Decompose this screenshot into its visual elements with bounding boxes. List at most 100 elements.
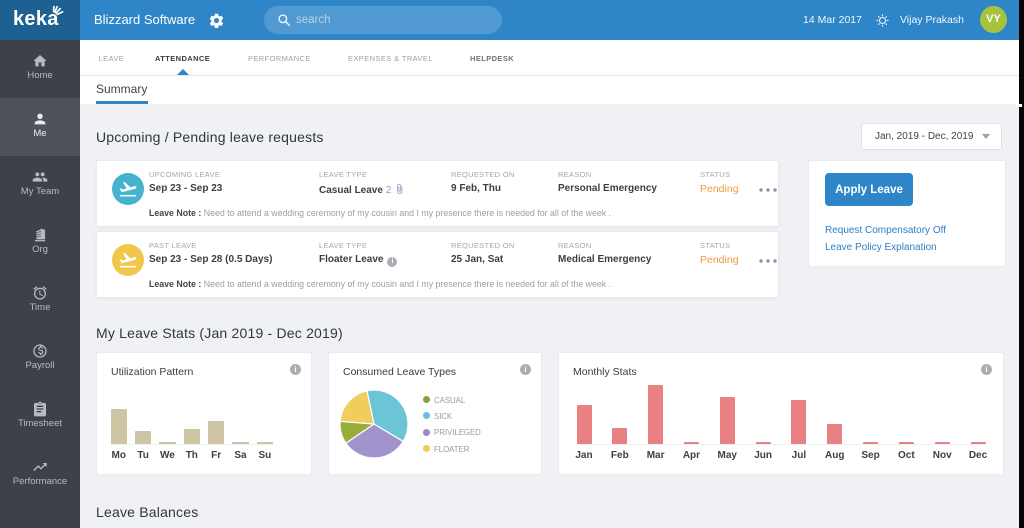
sidebar-nav: Home Me My Team Org Time Payroll Timesheet Perf… <box>0 40 80 528</box>
bar-aug <box>827 424 842 444</box>
requested-on-col: REQUESTED ON 9 Feb, Thu <box>451 170 515 194</box>
dollar-icon <box>32 343 48 359</box>
leave-plane-badge <box>112 244 144 276</box>
leave-types-pie-chart <box>338 388 410 460</box>
request-comp-off-link[interactable]: Request Compensatory Off <box>825 225 946 236</box>
tab-performance[interactable]: PERFORMANCE <box>248 40 311 76</box>
bar-label-su: Su <box>249 450 281 461</box>
search-input[interactable]: search <box>264 6 502 34</box>
period-filter-dropdown[interactable]: Jan, 2019 - Dec, 2019 <box>861 123 1002 150</box>
sidebar-item-me[interactable]: Me <box>0 98 80 156</box>
info-icon[interactable] <box>290 364 301 375</box>
bar-label-may: May <box>711 450 743 461</box>
utilization-pattern-card: Utilization Pattern MoTuWeThFrSaSu <box>96 352 312 475</box>
user-avatar[interactable]: VY <box>980 6 1007 33</box>
module-tabbar: LEAVEATTENDANCEPERFORMANCEEXPENSES & TRA… <box>80 40 1024 76</box>
sidebar-item-payroll[interactable]: Payroll <box>0 330 80 388</box>
sidebar-item-performance[interactable]: Performance <box>0 446 80 504</box>
home-icon <box>32 53 48 69</box>
sidebar-item-org[interactable]: Org <box>0 214 80 272</box>
attachment-icon[interactable] <box>394 183 405 195</box>
reason-value: Personal Emergency <box>558 183 657 194</box>
bar-mar <box>648 385 663 444</box>
leave-action-panel: Apply Leave Request Compensatory Off Lea… <box>808 160 1006 267</box>
tab-helpdesk[interactable]: HELPDESK <box>470 40 514 76</box>
gear-icon[interactable] <box>208 12 225 29</box>
sidebar-item-label: Timesheet <box>0 418 80 429</box>
request-kind-label: UPCOMING LEAVE <box>149 170 222 179</box>
bar-jan <box>577 405 592 444</box>
requested-on-label: REQUESTED ON <box>451 170 515 179</box>
user-name[interactable]: Vijay Prakash <box>900 0 964 40</box>
bar-label-aug: Aug <box>819 450 851 461</box>
bar-label-feb: Feb <box>604 450 636 461</box>
monthly-stats-title: Monthly Stats <box>573 366 637 378</box>
sidebar-item-home[interactable]: Home <box>0 40 80 98</box>
flight-takeoff-icon <box>118 250 138 270</box>
top-header: keka Blizzard Software search 14 Mar 201… <box>0 0 1024 40</box>
legend-dot <box>423 396 430 403</box>
logo-spark-icon <box>48 2 66 18</box>
tab-expenses-travel[interactable]: EXPENSES & TRAVEL <box>348 40 433 76</box>
search-icon <box>277 13 291 27</box>
sidebar-item-timesheet[interactable]: Timesheet <box>0 388 80 446</box>
info-icon[interactable] <box>520 364 531 375</box>
bar-mo <box>111 409 128 444</box>
more-options-button[interactable] <box>759 259 777 263</box>
sidebar-item-label: Home <box>0 70 80 81</box>
info-icon[interactable] <box>387 257 397 267</box>
bar-feb <box>612 428 627 444</box>
chart-baseline <box>111 444 274 445</box>
tab-leave[interactable]: LEAVE <box>99 40 125 76</box>
building-icon <box>32 227 48 243</box>
sidebar-item-label: Performance <box>0 476 80 487</box>
request-kind-label: PAST LEAVE <box>149 241 272 250</box>
leave-policy-link[interactable]: Leave Policy Explanation <box>825 242 937 253</box>
bar-label-jan: Jan <box>568 450 600 461</box>
leave-type-label: LEAVE TYPE <box>319 170 405 179</box>
status-col: STATUS Pending <box>700 170 739 195</box>
bar-label-jul: Jul <box>783 450 815 461</box>
leave-note: Leave Note : Need to attend a wedding ce… <box>149 279 611 289</box>
status-value: Pending <box>700 254 739 266</box>
status-label: STATUS <box>700 170 739 179</box>
subtab-row: Summary <box>80 76 1024 104</box>
sidebar-item-label: Payroll <box>0 360 80 371</box>
status-value: Pending <box>700 183 739 195</box>
leave-plane-badge <box>112 173 144 205</box>
keka-app: keka Blizzard Software search 14 Mar 201… <box>0 0 1024 528</box>
chevron-down-icon <box>982 134 990 139</box>
request-dates: Sep 23 - Sep 23 <box>149 183 222 194</box>
requested-on-value: 9 Feb, Thu <box>451 183 515 194</box>
reason-label: REASON <box>558 170 657 179</box>
active-tab-caret <box>177 69 189 75</box>
apply-leave-button[interactable]: Apply Leave <box>825 173 913 206</box>
company-name[interactable]: Blizzard Software <box>94 0 195 40</box>
leave-type-col: LEAVE TYPE Casual Leave 2 <box>319 170 405 196</box>
sidebar-item-label: Time <box>0 302 80 313</box>
leave-type-value: Casual Leave 2 <box>319 183 405 196</box>
requests-heading: Upcoming / Pending leave requests <box>96 129 324 145</box>
keka-logo[interactable]: keka <box>0 0 80 40</box>
stats-heading: My Leave Stats (Jan 2019 - Dec 2019) <box>96 325 343 341</box>
tab-summary[interactable]: Summary <box>96 76 147 104</box>
sidebar-item-time[interactable]: Time <box>0 272 80 330</box>
sidebar-item-label: My Team <box>0 186 80 197</box>
leave-request-card: UPCOMING LEAVE Sep 23 - Sep 23 LEAVE TYPE C… <box>96 160 779 227</box>
sidebar-item-my-team[interactable]: My Team <box>0 156 80 214</box>
reason-value: Medical Emergency <box>558 254 651 265</box>
balances-heading: Leave Balances <box>96 504 198 520</box>
header-date: 14 Mar 2017 <box>803 0 862 40</box>
monthly-stats-card: Monthly Stats JanFebMarAprMayJunJulAugSe… <box>558 352 1004 475</box>
leave-note: Leave Note : Need to attend a wedding ce… <box>149 208 611 218</box>
request-dates-col: UPCOMING LEAVE Sep 23 - Sep 23 <box>149 170 222 194</box>
sidebar-item-label: Me <box>0 128 80 139</box>
brightness-icon[interactable] <box>876 14 889 27</box>
requested-on-value: 25 Jan, Sat <box>451 254 515 265</box>
legend-label: FLOATER <box>434 445 469 454</box>
legend-dot <box>423 429 430 436</box>
sidebar-item-label: Org <box>0 244 80 255</box>
info-icon[interactable] <box>981 364 992 375</box>
more-options-button[interactable] <box>759 188 777 192</box>
bar-label-nov: Nov <box>926 450 958 461</box>
